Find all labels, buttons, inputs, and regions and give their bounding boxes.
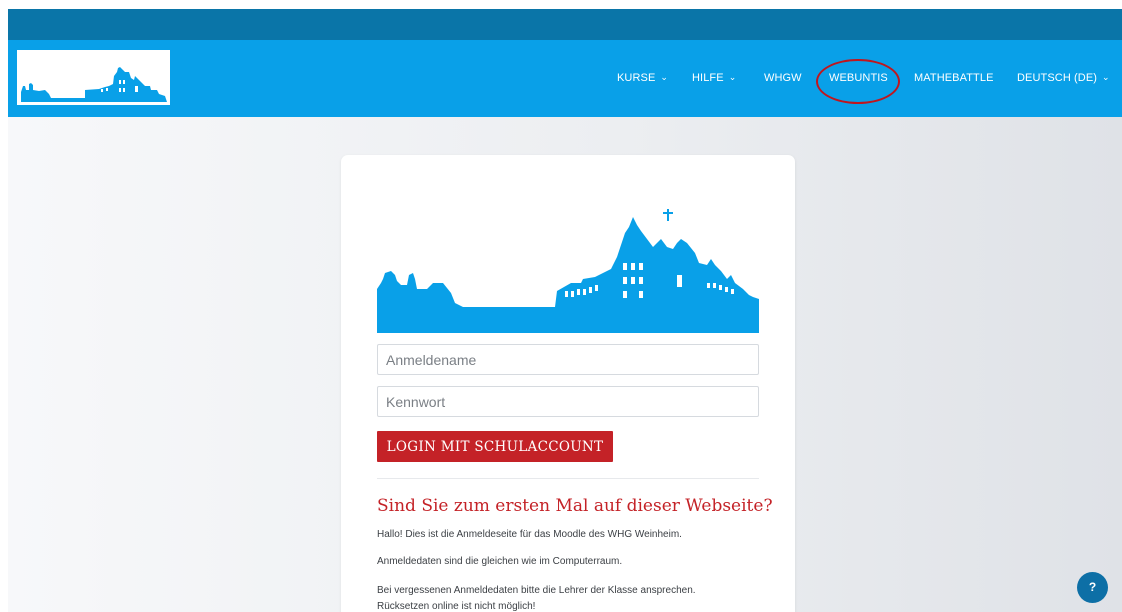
nav-hilfe[interactable]: HILFE ⌄ [692, 72, 736, 84]
top-strip [8, 9, 1122, 40]
help-button[interactable]: ? [1077, 572, 1108, 603]
language-menu[interactable]: DEUTSCH (DE) ⌄ [1017, 72, 1110, 84]
first-visit-title: Sind Sie zum ersten Mal auf dieser Webse… [377, 496, 773, 516]
chevron-down-icon: ⌄ [660, 72, 669, 82]
chevron-down-icon: ⌄ [728, 72, 737, 82]
nav-kurse-label: KURSE [617, 72, 656, 84]
main-nav: KURSE ⌄ HILFE ⌄ WHGW WEBUNTIS MATHEBATTLE … [8, 40, 1122, 117]
nav-whgw[interactable]: WHGW [764, 72, 802, 84]
first-visit-text: Rücksetzen online ist nicht möglich! [377, 601, 536, 612]
first-visit-text: Anmeldedaten sind die gleichen wie im Co… [377, 556, 623, 567]
page-frame: KURSE ⌄ HILFE ⌄ WHGW WEBUNTIS MATHEBATTLE … [8, 9, 1122, 612]
annotation-circle [816, 59, 900, 104]
nav-hilfe-label: HILFE [692, 72, 724, 84]
first-visit-text: Bei vergessenen Anmeldedaten bitte die L… [377, 585, 696, 596]
username-input[interactable] [377, 344, 759, 375]
login-logo [377, 209, 759, 338]
first-visit-text: Hallo! Dies ist die Anmeldeseite für das… [377, 529, 682, 540]
school-building-logo-icon [377, 209, 759, 333]
nav-mathebattle[interactable]: MATHEBATTLE [914, 72, 994, 84]
language-label: DEUTSCH (DE) [1017, 72, 1098, 84]
login-card: LOGIN MIT SCHULACCOUNT Sind Sie zum erst… [341, 155, 795, 612]
nav-mathebattle-label: MATHEBATTLE [914, 72, 994, 84]
navbar: KURSE ⌄ HILFE ⌄ WHGW WEBUNTIS MATHEBATTLE … [8, 40, 1122, 117]
divider [377, 478, 759, 479]
nav-whgw-label: WHGW [764, 72, 802, 84]
login-button[interactable]: LOGIN MIT SCHULACCOUNT [377, 431, 613, 462]
chevron-down-icon: ⌄ [1102, 72, 1110, 82]
question-icon: ? [1088, 580, 1097, 594]
password-input[interactable] [377, 386, 759, 417]
nav-kurse[interactable]: KURSE ⌄ [617, 72, 668, 84]
